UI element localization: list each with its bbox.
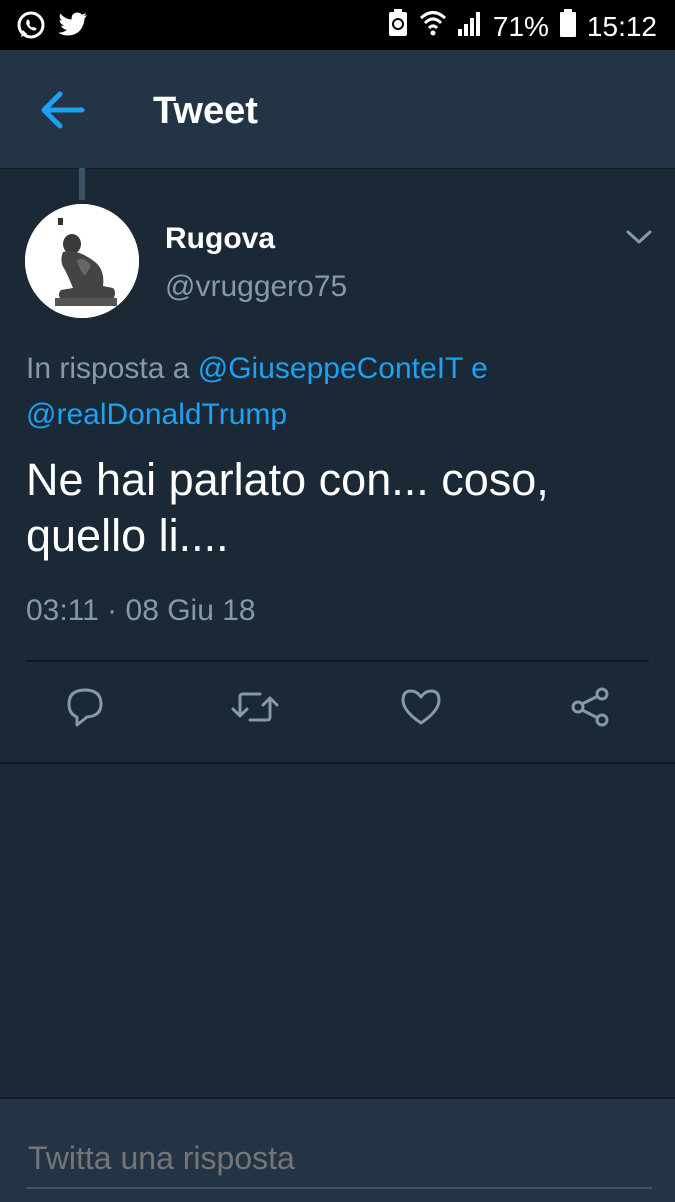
app-bar: Tweet: [0, 50, 675, 169]
like-button[interactable]: [399, 685, 443, 729]
mention-link[interactable]: @GiuseppeConteIT: [198, 352, 463, 385]
tweet-actions: [0, 685, 675, 741]
clock: 15:12: [586, 10, 657, 42]
wifi-icon: [419, 9, 447, 44]
retweet-button[interactable]: [230, 685, 280, 729]
user-handle[interactable]: @vruggero75: [165, 270, 347, 304]
reply-context: In risposta a @GiuseppeConteIT e @realDo…: [26, 346, 646, 438]
display-name[interactable]: Rugova: [165, 222, 275, 256]
battery-saver-icon: [387, 8, 409, 45]
whatsapp-icon: [16, 10, 46, 45]
share-button[interactable]: [568, 685, 612, 729]
chevron-down-icon: [624, 230, 654, 252]
status-bar: 71% 15:12: [0, 0, 675, 50]
mention-link[interactable]: @realDonaldTrump: [26, 398, 287, 431]
battery-icon: [559, 8, 577, 45]
thinker-statue-image: [25, 204, 139, 318]
reply-composer: [0, 1097, 675, 1202]
heart-icon: [399, 689, 443, 733]
section-divider: [0, 762, 675, 764]
tweet-menu-button[interactable]: [624, 226, 654, 248]
tweet-timestamp: 03:11 · 08 Giu 18: [26, 594, 256, 627]
arrow-left-icon: [40, 91, 86, 134]
status-bar-left: [16, 10, 88, 45]
reply-button[interactable]: [63, 685, 107, 729]
reply-prefix: In risposta a: [26, 352, 198, 385]
reply-input[interactable]: [26, 1129, 652, 1189]
thread-connector: [79, 168, 85, 200]
reply-icon: [63, 688, 107, 733]
share-icon: [568, 687, 612, 733]
signal-icon: [457, 9, 483, 44]
avatar[interactable]: [25, 204, 139, 318]
tweet-text: Ne hai parlato con... coso, quello li...…: [26, 454, 549, 561]
status-bar-right: 71% 15:12: [387, 8, 657, 45]
twitter-icon: [58, 12, 88, 43]
divider: [26, 660, 649, 662]
page-title: Tweet: [153, 90, 258, 132]
battery-percent: 71%: [492, 10, 549, 42]
back-button[interactable]: [40, 90, 86, 130]
retweet-icon: [230, 692, 280, 733]
reply-join: e: [462, 352, 488, 385]
